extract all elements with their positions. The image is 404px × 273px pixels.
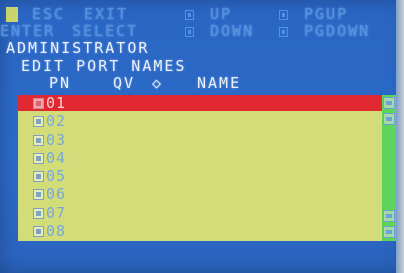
monitor-bezel: [396, 0, 404, 273]
down-arrow-icon: [185, 27, 194, 37]
osd-corner-marker: [6, 7, 18, 22]
port-row[interactable]: 02: [18, 113, 382, 129]
port-number: 06: [46, 185, 67, 204]
port-icon: [33, 116, 44, 128]
menu-title: EDIT PORT NAMES: [21, 57, 187, 75]
user-name: ADMINISTRATOR: [6, 39, 150, 57]
exit-hint[interactable]: EXIT: [84, 7, 128, 22]
pgup-icon: [279, 10, 288, 20]
column-header-qv: QV: [113, 74, 136, 92]
up-arrow-icon: [185, 10, 194, 20]
port-number: 05: [46, 167, 67, 185]
scroll-top-icon[interactable]: [383, 113, 395, 125]
select-hint[interactable]: SELECT: [72, 24, 138, 39]
port-row[interactable]: 01: [18, 95, 382, 111]
port-icon: [33, 225, 44, 237]
port-number: 07: [46, 203, 67, 222]
esc-key-hint: ESC: [32, 5, 66, 23]
scroll-bottom-icon[interactable]: [383, 210, 395, 222]
port-row[interactable]: 04: [18, 150, 382, 166]
port-number: 03: [46, 130, 67, 149]
down-hint[interactable]: DOWN: [210, 24, 254, 39]
port-icon: [33, 189, 44, 201]
port-row[interactable]: 08: [18, 223, 382, 239]
pgup-hint[interactable]: PGUP: [304, 7, 348, 22]
port-row[interactable]: 06: [18, 186, 382, 202]
pgdown-hint[interactable]: PGDOWN: [304, 24, 370, 39]
pgdown-icon: [279, 27, 288, 37]
port-row[interactable]: 03: [18, 132, 382, 148]
port-number: 04: [46, 148, 67, 167]
enter-key-hint: ENTER: [0, 22, 56, 40]
port-row[interactable]: 05: [18, 168, 382, 184]
port-icon: [33, 207, 44, 219]
column-header-name: NAME: [197, 74, 242, 92]
port-number: 01: [46, 94, 67, 112]
port-number: 02: [46, 112, 67, 131]
port-icon: [33, 171, 44, 182]
port-row[interactable]: 07: [18, 205, 382, 221]
port-number: 08: [46, 221, 67, 240]
scroll-down-icon[interactable]: [383, 226, 395, 238]
port-icon: [33, 152, 44, 164]
port-icon: [33, 98, 44, 109]
quick-view-icon: ◇: [152, 74, 164, 92]
port-icon: [33, 134, 44, 146]
scroll-up-icon[interactable]: [383, 97, 395, 109]
up-hint[interactable]: UP: [210, 7, 232, 22]
column-header-pn: PN: [49, 74, 72, 92]
